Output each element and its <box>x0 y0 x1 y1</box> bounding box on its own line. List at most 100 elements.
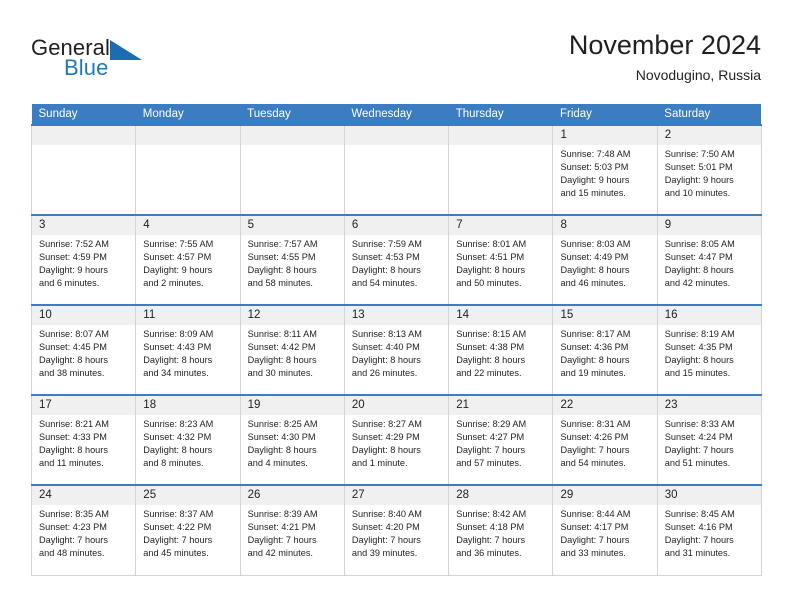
day-daylight-line1-text: Daylight: 7 hours <box>351 534 421 545</box>
day-sunset-text: Sunset: 4:57 PM <box>143 251 212 262</box>
brand-logo[interactable]: General Blue <box>31 36 261 94</box>
day-daylight-line1-text: Daylight: 8 hours <box>143 444 213 455</box>
day-sunset-text: Sunset: 4:45 PM <box>39 341 107 352</box>
day-sun-info: Sunrise: 8:15 AM Sunset: 4:38 PM Daylight:… <box>450 325 553 380</box>
calendar-day-cell[interactable]: 27 Sunrise: 8:40 AM Sunset: 4:20 PM Dayligh… <box>343 484 449 576</box>
calendar-day-cell[interactable]: 18 Sunrise: 8:23 AM Sunset: 4:32 PM Dayligh… <box>135 394 241 485</box>
day-daylight-line1-text: Daylight: 7 hours <box>560 534 630 545</box>
day-sunset-text: Sunset: 4:21 PM <box>247 521 316 532</box>
day-daylight-line2-text: and 39 minutes. <box>351 547 418 558</box>
day-sun-info: Sunrise: 8:33 AM Sunset: 4:24 PM Daylight:… <box>658 415 760 470</box>
calendar-day-cell[interactable]: 15 Sunrise: 8:17 AM Sunset: 4:36 PM Dayligh… <box>552 304 658 395</box>
calendar-day-cell[interactable]: 6 Sunrise: 7:59 AM Sunset: 4:53 PM Daylight… <box>343 214 449 305</box>
day-sunset-text: Sunset: 4:20 PM <box>351 521 420 532</box>
calendar-day-cell[interactable]: 13 Sunrise: 8:13 AM Sunset: 4:40 PM Dayligh… <box>343 304 449 395</box>
calendar-day-cell[interactable]: 17 Sunrise: 8:21 AM Sunset: 4:33 PM Dayligh… <box>30 394 136 485</box>
calendar-day-cell[interactable]: 5 Sunrise: 7:57 AM Sunset: 4:55 PM Daylight… <box>239 214 345 305</box>
day-daylight-line2-text: and 15 minutes. <box>560 187 626 198</box>
day-sunrise-text: Sunrise: 8:13 AM <box>351 329 422 339</box>
day-sun-info: Sunrise: 8:03 AM Sunset: 4:49 PM Daylight:… <box>554 235 657 290</box>
calendar-day-cell-empty <box>448 124 553 215</box>
day-daylight-line2-text: and 1 minute. <box>351 457 408 468</box>
calendar-day-cell[interactable]: 12 Sunrise: 8:11 AM Sunset: 4:42 PM Dayligh… <box>239 304 345 395</box>
calendar-day-cell[interactable]: 20 Sunrise: 8:27 AM Sunset: 4:29 PM Dayligh… <box>343 394 449 485</box>
calendar-day-cell[interactable]: 3 Sunrise: 7:52 AM Sunset: 4:59 PM Daylight… <box>30 214 136 305</box>
day-sunset-text: Sunset: 4:43 PM <box>143 341 212 352</box>
page-header: General Blue November 2024 Novodugino, R… <box>31 28 761 98</box>
day-daylight-line1-text: Daylight: 8 hours <box>560 264 630 275</box>
day-daylight-line1-text: Daylight: 9 hours <box>39 264 108 275</box>
day-sunset-text: Sunset: 4:30 PM <box>247 431 316 442</box>
day-sunset-text: Sunset: 4:18 PM <box>456 521 525 532</box>
day-daylight-line1-text: Daylight: 7 hours <box>39 534 108 545</box>
day-sunrise-text: Sunrise: 8:15 AM <box>456 329 527 339</box>
calendar-day-cell[interactable]: 7 Sunrise: 8:01 AM Sunset: 4:51 PM Daylight… <box>448 214 553 305</box>
calendar-day-cell[interactable]: 8 Sunrise: 8:03 AM Sunset: 4:49 PM Daylight… <box>552 214 658 305</box>
weekday-header-sunday: Sunday <box>31 104 136 125</box>
day-number: 16 <box>658 307 761 325</box>
calendar-day-cell[interactable]: 19 Sunrise: 8:25 AM Sunset: 4:30 PM Dayligh… <box>239 394 345 485</box>
day-daylight-line2-text: and 19 minutes. <box>560 367 626 378</box>
day-number: 10 <box>32 307 136 325</box>
day-sun-info: Sunrise: 8:39 AM Sunset: 4:21 PM Daylight:… <box>241 505 344 560</box>
calendar-day-cell[interactable]: 25 Sunrise: 8:37 AM Sunset: 4:22 PM Dayligh… <box>135 484 241 576</box>
day-daylight-line1-text: Daylight: 8 hours <box>456 354 526 365</box>
calendar-day-cell[interactable]: 22 Sunrise: 8:31 AM Sunset: 4:26 PM Dayligh… <box>552 394 658 485</box>
day-sun-info: Sunrise: 8:45 AM Sunset: 4:16 PM Daylight:… <box>658 505 760 560</box>
calendar-day-cell[interactable]: 4 Sunrise: 7:55 AM Sunset: 4:57 PM Daylight… <box>135 214 241 305</box>
day-daylight-line2-text: and 48 minutes. <box>39 547 105 558</box>
day-sunrise-text: Sunrise: 7:52 AM <box>39 239 109 249</box>
day-daylight-line1-text: Daylight: 8 hours <box>143 354 213 365</box>
calendar-day-cell[interactable]: 24 Sunrise: 8:35 AM Sunset: 4:23 PM Dayligh… <box>30 484 136 576</box>
day-number: 22 <box>553 397 657 415</box>
day-daylight-line1-text: Daylight: 9 hours <box>143 264 213 275</box>
calendar-table: Sunday Monday Tuesday Wednesday Thursday… <box>30 104 762 576</box>
day-sun-info: Sunrise: 8:13 AM Sunset: 4:40 PM Daylight:… <box>345 325 448 380</box>
calendar-day-cell[interactable]: 30 Sunrise: 8:45 AM Sunset: 4:16 PM Dayligh… <box>656 484 762 576</box>
day-number: 19 <box>241 397 344 415</box>
day-sun-info: Sunrise: 8:44 AM Sunset: 4:17 PM Daylight:… <box>554 505 657 560</box>
calendar-day-cell[interactable]: 23 Sunrise: 8:33 AM Sunset: 4:24 PM Dayligh… <box>656 394 762 485</box>
day-sun-info: Sunrise: 8:07 AM Sunset: 4:45 PM Daylight:… <box>33 325 136 380</box>
calendar-day-cell[interactable]: 28 Sunrise: 8:42 AM Sunset: 4:18 PM Dayligh… <box>448 484 553 576</box>
calendar-day-cell[interactable]: 29 Sunrise: 8:44 AM Sunset: 4:17 PM Dayligh… <box>552 484 658 576</box>
calendar-day-cell[interactable]: 21 Sunrise: 8:29 AM Sunset: 4:27 PM Dayligh… <box>448 394 553 485</box>
day-sunrise-text: Sunrise: 8:44 AM <box>560 509 631 519</box>
day-sunset-text: Sunset: 4:38 PM <box>456 341 525 352</box>
day-daylight-line2-text: and 57 minutes. <box>456 457 522 468</box>
calendar-day-cell[interactable]: 11 Sunrise: 8:09 AM Sunset: 4:43 PM Dayligh… <box>135 304 241 395</box>
day-daylight-line2-text: and 8 minutes. <box>143 457 204 468</box>
day-number: 11 <box>136 307 240 325</box>
day-daylight-line1-text: Daylight: 8 hours <box>247 444 317 455</box>
day-number <box>449 127 553 145</box>
day-sunrise-text: Sunrise: 8:17 AM <box>560 329 631 339</box>
day-daylight-line2-text: and 26 minutes. <box>351 367 418 378</box>
day-daylight-line1-text: Daylight: 7 hours <box>664 444 734 455</box>
calendar-day-cell[interactable]: 2 Sunrise: 7:50 AM Sunset: 5:01 PM Daylight… <box>656 124 762 215</box>
day-number: 6 <box>345 217 449 235</box>
calendar-day-cell[interactable]: 26 Sunrise: 8:39 AM Sunset: 4:21 PM Dayligh… <box>239 484 345 576</box>
day-sunrise-text: Sunrise: 7:48 AM <box>560 149 631 159</box>
calendar-day-cell[interactable]: 1 Sunrise: 7:48 AM Sunset: 5:03 PM Daylight… <box>552 124 658 215</box>
day-sun-info: Sunrise: 8:29 AM Sunset: 4:27 PM Daylight:… <box>450 415 553 470</box>
day-sun-info: Sunrise: 8:40 AM Sunset: 4:20 PM Daylight:… <box>345 505 448 560</box>
day-daylight-line2-text: and 42 minutes. <box>664 277 731 288</box>
day-sunset-text: Sunset: 4:59 PM <box>39 251 107 262</box>
day-daylight-line2-text: and 54 minutes. <box>351 277 418 288</box>
day-sunset-text: Sunset: 4:51 PM <box>456 251 525 262</box>
day-number: 1 <box>553 127 657 145</box>
day-sun-info: Sunrise: 7:55 AM Sunset: 4:57 PM Daylight:… <box>137 235 240 290</box>
calendar-day-cell[interactable]: 16 Sunrise: 8:19 AM Sunset: 4:35 PM Dayligh… <box>656 304 762 395</box>
day-daylight-line2-text: and 15 minutes. <box>664 367 731 378</box>
weekday-header-friday: Friday <box>552 104 658 125</box>
day-sunrise-text: Sunrise: 7:57 AM <box>247 239 318 249</box>
day-sunrise-text: Sunrise: 8:01 AM <box>456 239 527 249</box>
brand-name-blue: Blue <box>64 55 109 80</box>
calendar-day-cell[interactable]: 9 Sunrise: 8:05 AM Sunset: 4:47 PM Daylight… <box>656 214 762 305</box>
day-daylight-line1-text: Daylight: 7 hours <box>143 534 213 545</box>
calendar-day-cell[interactable]: 10 Sunrise: 8:07 AM Sunset: 4:45 PM Dayligh… <box>30 304 136 395</box>
day-daylight-line2-text: and 10 minutes. <box>664 187 731 198</box>
calendar-day-cell[interactable]: 14 Sunrise: 8:15 AM Sunset: 4:38 PM Dayligh… <box>448 304 553 395</box>
day-daylight-line2-text: and 33 minutes. <box>560 547 626 558</box>
day-daylight-line2-text: and 22 minutes. <box>456 367 522 378</box>
